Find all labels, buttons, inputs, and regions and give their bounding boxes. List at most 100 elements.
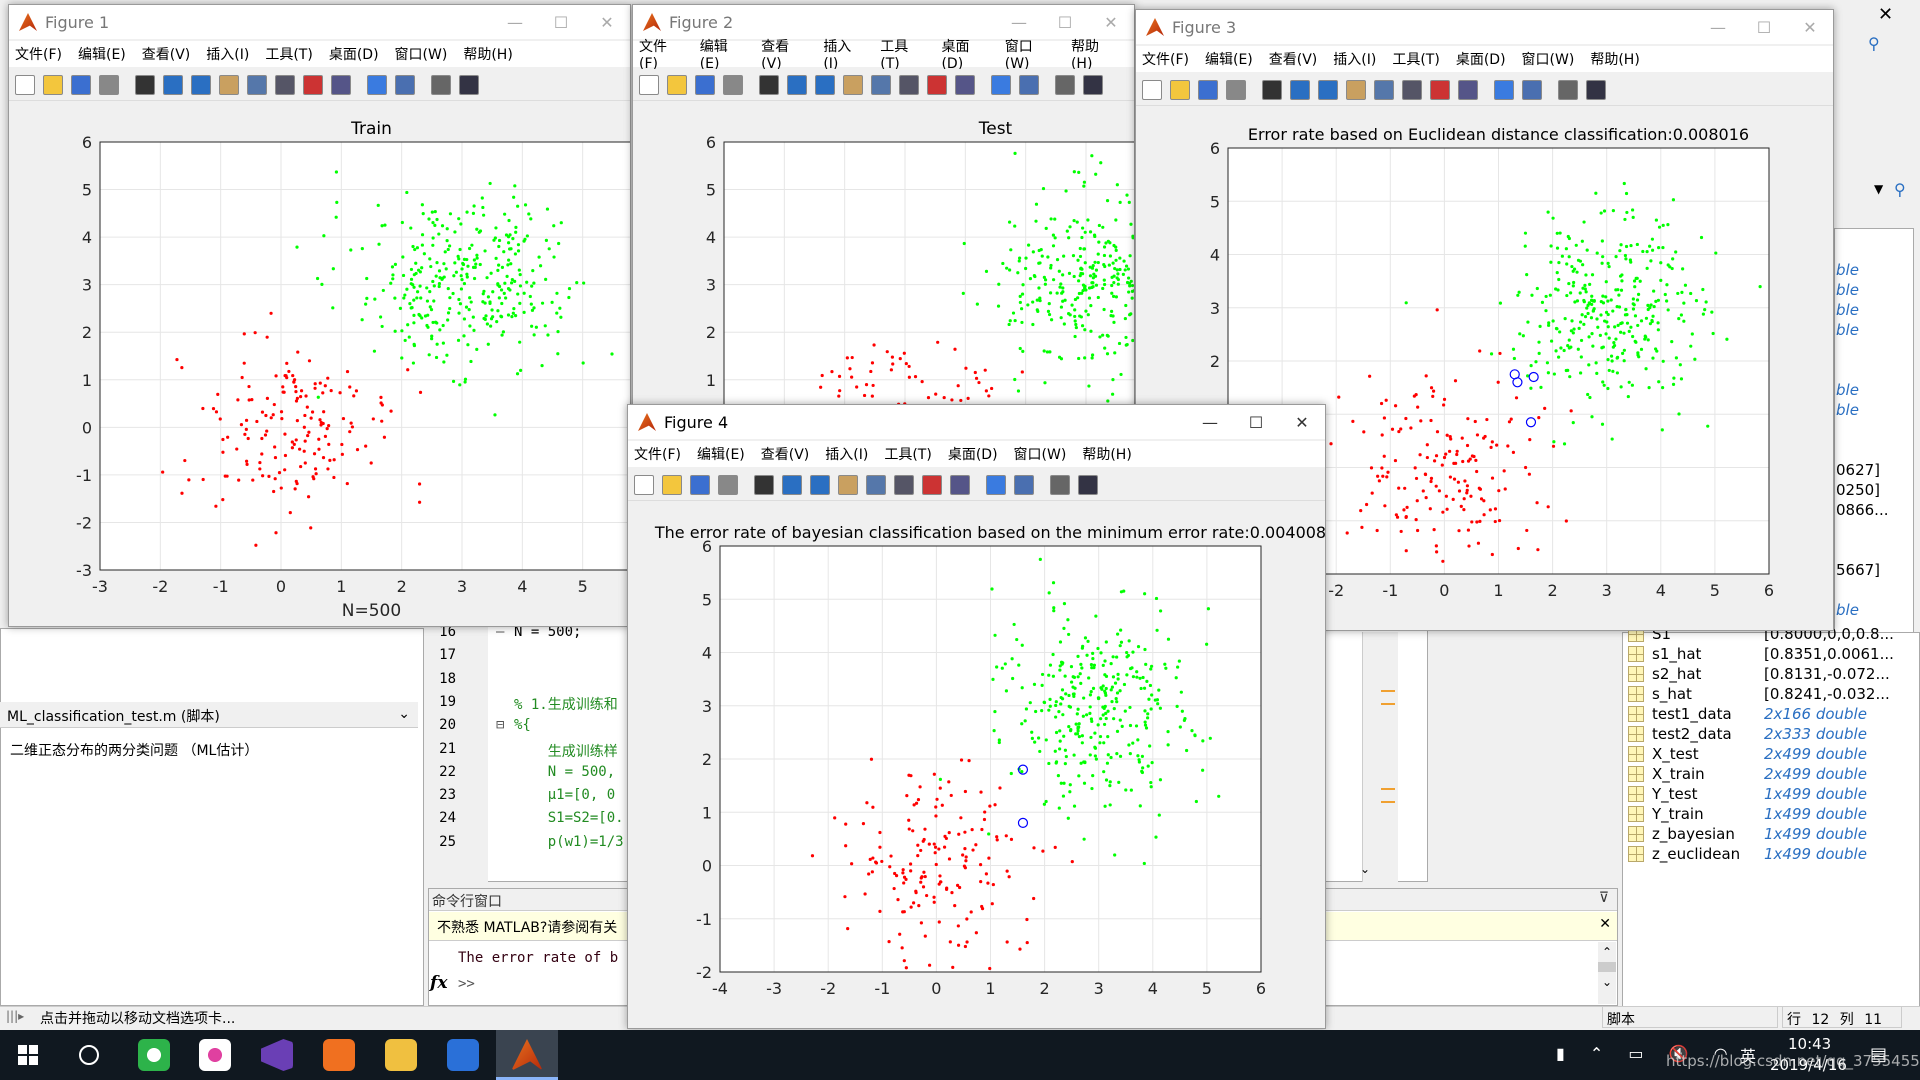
panel-options-icon[interactable]: ⊽ <box>1599 890 1609 906</box>
green-point <box>1540 300 1545 304</box>
workspace-row[interactable]: test1_data 2x166 double <box>1628 704 1867 724</box>
workspace-row[interactable]: test2_data 2x333 double <box>1628 724 1867 744</box>
red-point <box>1025 940 1029 945</box>
warning-mark[interactable] <box>1381 801 1395 803</box>
green-point <box>1038 749 1042 754</box>
red-point <box>1428 507 1432 511</box>
green-point <box>1166 743 1170 747</box>
workspace-row[interactable]: Y_train 1x499 double <box>1628 804 1867 824</box>
red-point <box>1425 443 1429 447</box>
red-point <box>260 436 264 441</box>
red-point <box>1382 454 1386 458</box>
green-point <box>1660 428 1664 432</box>
workspace-row[interactable]: s1_hat [0.8351,0.0061... <box>1628 644 1894 664</box>
code-line[interactable]: μ1=[0, 0 <box>514 787 615 803</box>
green-point <box>993 633 997 637</box>
red-point <box>307 359 312 363</box>
file-details-header[interactable]: ML_classification_test.m (脚本) ⌄ <box>0 702 418 728</box>
green-point <box>1051 244 1056 248</box>
green-point <box>437 232 441 236</box>
code-line[interactable]: 生成训练样 <box>514 741 618 761</box>
green-point <box>1579 355 1583 359</box>
red-point <box>214 504 218 508</box>
green-point <box>1126 267 1131 271</box>
green-point <box>1057 710 1061 714</box>
search-circle-icon[interactable] <box>79 1045 99 1065</box>
figure-window-fig1[interactable]: Figure 1— ☐ ✕ 文件(F) 编辑(E) 查看(V) 插入(I) 工具(T) 桌面(D… <box>8 4 631 627</box>
fx-icon[interactable]: fx <box>430 973 447 993</box>
green-point <box>1599 211 1603 215</box>
green-point <box>1587 301 1591 306</box>
search-icon[interactable]: ⚲ <box>1868 34 1880 53</box>
workspace-row[interactable]: X_train 2x499 double <box>1628 764 1867 784</box>
figure-window-fig4[interactable]: Figure 4— ☐ ✕ 文件(F) 编辑(E) 查看(V) 插入(I) 工具(T) 桌面(D… <box>627 404 1326 1029</box>
green-point <box>1042 802 1046 806</box>
warning-mark[interactable] <box>1381 788 1395 790</box>
green-point <box>1108 784 1112 788</box>
y-tick-label: 3 <box>702 697 712 716</box>
y-tick-label: 2 <box>702 750 712 769</box>
green-point <box>414 261 418 265</box>
code-line[interactable]: p(w1)=1/3 <box>514 834 624 850</box>
workspace-row[interactable]: X_test 2x499 double <box>1628 744 1867 764</box>
wps-icon[interactable] <box>447 1039 479 1071</box>
help-banner-text[interactable]: 不熟悉 MATLAB?请参阅有关 <box>437 920 617 936</box>
code-line[interactable]: % 1.生成训练和 <box>514 694 618 714</box>
red-point <box>845 356 849 360</box>
code-line[interactable]: N = 500, <box>514 764 624 780</box>
editor-scrollbar[interactable] <box>1362 632 1380 882</box>
red-point <box>1384 398 1388 402</box>
green-point <box>474 262 478 266</box>
green-point <box>1096 295 1100 300</box>
red-point <box>990 902 994 906</box>
green-point <box>380 224 384 228</box>
code-line[interactable]: S1=S2=[0. <box>514 810 624 826</box>
red-point <box>1462 497 1466 501</box>
workspace-row[interactable]: s2_hat [0.8131,-0.072... <box>1628 664 1890 684</box>
green-point <box>1130 296 1134 300</box>
command-prompt[interactable]: >> <box>458 976 475 992</box>
chevron-down-icon[interactable]: ⌄ <box>1360 862 1370 876</box>
green-point <box>1087 296 1092 300</box>
code-line[interactable]: %{ <box>514 717 531 733</box>
browser-icon[interactable] <box>138 1039 170 1071</box>
command-scrollbar[interactable]: ⌃ ⌄ <box>1598 942 1616 1004</box>
line-marker[interactable]: ⊟ <box>496 717 504 733</box>
red-point <box>921 885 926 889</box>
red-point <box>966 396 970 400</box>
red-point <box>1429 476 1434 480</box>
command-window-title: 命令行窗口 <box>432 894 502 910</box>
close-icon[interactable]: ✕ <box>1878 4 1893 25</box>
workspace-row[interactable]: s_hat [0.8241,-0.032... <box>1628 684 1890 704</box>
y-tick-label: 6 <box>82 133 92 152</box>
file-explorer-icon[interactable] <box>385 1039 417 1071</box>
close-banner-icon[interactable]: ✕ <box>1599 916 1611 932</box>
green-point <box>513 252 518 256</box>
chevron-down-icon[interactable]: ⌄ <box>398 706 410 722</box>
green-point <box>470 243 474 247</box>
green-point <box>1089 690 1093 694</box>
app-icon[interactable] <box>199 1039 231 1071</box>
red-point <box>223 474 227 478</box>
pdf-icon[interactable] <box>323 1039 355 1071</box>
windows-start-icon[interactable] <box>18 1045 38 1065</box>
green-point <box>1575 299 1580 303</box>
warning-mark[interactable] <box>1381 703 1395 705</box>
green-point <box>1582 300 1586 304</box>
workspace-row[interactable]: z_euclidean 1x499 double <box>1628 844 1867 864</box>
y-tick-label: -1 <box>76 466 92 485</box>
line-number: 18 <box>439 670 456 687</box>
workspace-row[interactable]: Y_test 1x499 double <box>1628 784 1867 804</box>
workspace-row[interactable]: z_bayesian 1x499 double <box>1628 824 1867 844</box>
green-point <box>1567 346 1571 350</box>
green-point <box>400 356 404 360</box>
chevron-down-icon[interactable]: ▼ <box>1874 182 1883 196</box>
clock-time[interactable]: 10:43 <box>1788 1035 1831 1053</box>
red-point <box>332 475 336 480</box>
red-point <box>907 818 911 822</box>
search-icon-2[interactable]: ⚲ <box>1894 180 1906 199</box>
visual-studio-icon[interactable] <box>261 1039 293 1071</box>
green-point <box>1125 673 1129 677</box>
warning-mark[interactable] <box>1381 690 1395 692</box>
green-point <box>390 265 395 269</box>
